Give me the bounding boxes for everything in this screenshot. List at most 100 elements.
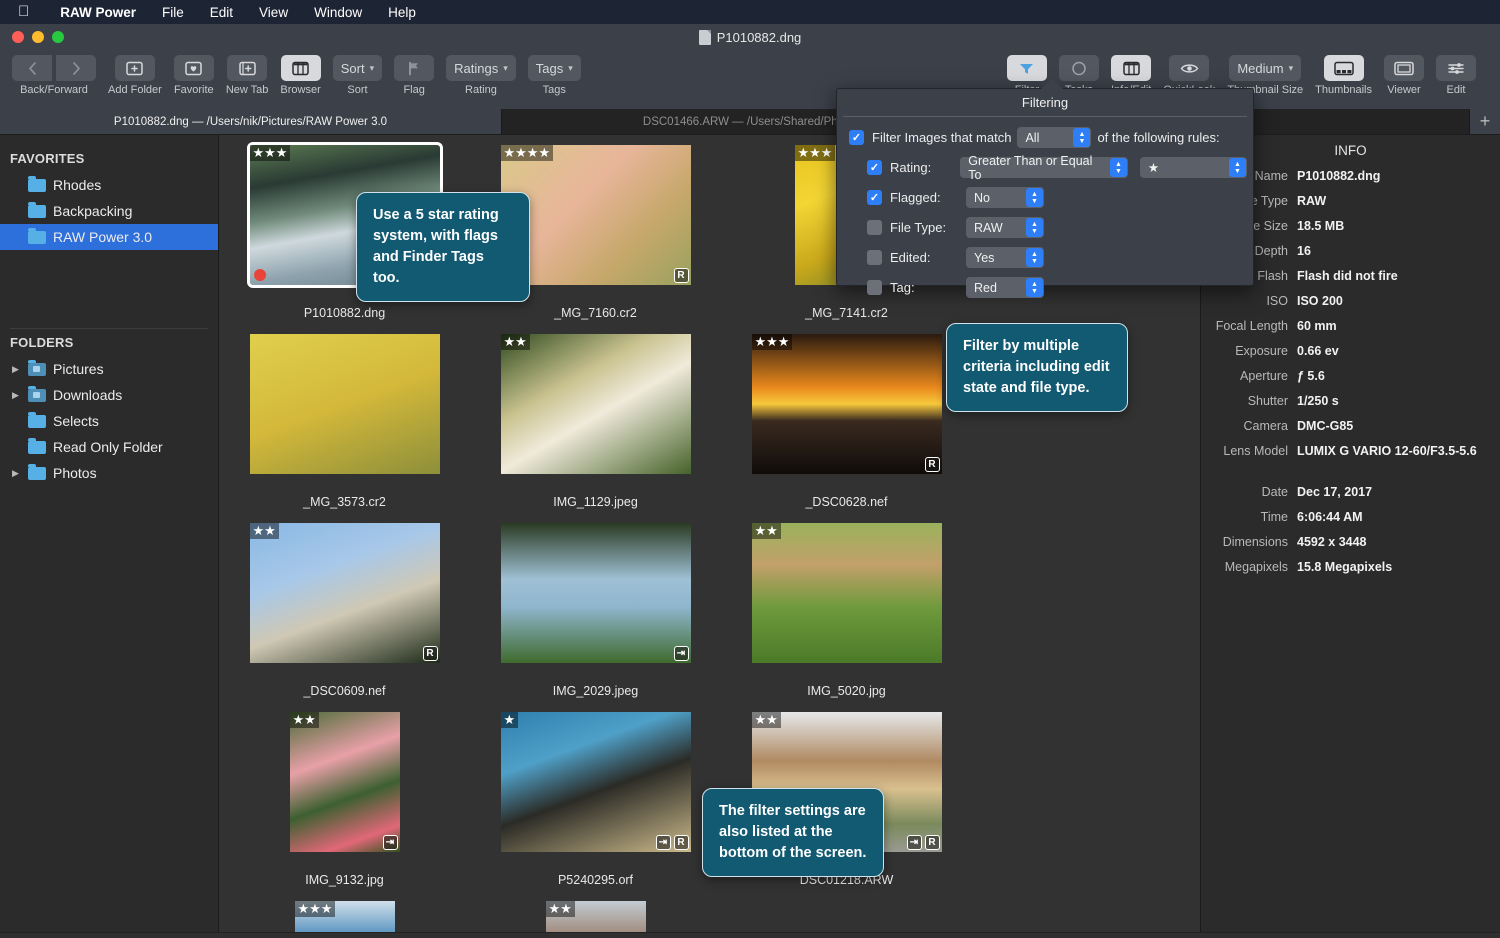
edit-button[interactable]: [1436, 55, 1476, 81]
star-rating[interactable]: ★: [500, 712, 519, 728]
thumbnail-cell[interactable]: ⇥ IMG_2029.jpeg: [470, 523, 721, 698]
forward-button[interactable]: [56, 55, 96, 81]
file-type-value: RAW: [974, 220, 1003, 235]
rating-rule-checkbox[interactable]: ✓: [867, 160, 882, 175]
edited-rule-checkbox[interactable]: [867, 250, 882, 265]
stepper-icon: ▲ ▼: [1026, 278, 1043, 297]
thumbnail-image[interactable]: [249, 334, 440, 474]
rating-value-dropdown[interactable]: ★ ▲ ▼: [1139, 157, 1248, 178]
sidebar-item-downloads[interactable]: ▶ Downloads: [0, 382, 218, 408]
star-rating[interactable]: ★★: [289, 712, 319, 728]
quicklook-button[interactable]: [1169, 55, 1210, 81]
rating-operator-dropdown[interactable]: Greater Than or Equal To ▲ ▼: [960, 154, 1128, 182]
thumbnail-image[interactable]: ★★⇥R: [545, 901, 646, 932]
info-rows-secondary: Date Dec 17, 2017 Time 6:06:44 AM Dimensions…: [1201, 480, 1500, 580]
filter-enable-checkbox[interactable]: ✓: [849, 130, 864, 145]
menu-item-help[interactable]: Help: [375, 5, 429, 20]
filter-suffix-label: of the following rules:: [1097, 130, 1220, 145]
menu-item-raw-power[interactable]: RAW Power: [47, 5, 149, 20]
disclosure-icon[interactable]: ▶: [10, 390, 21, 401]
thumbnail-image[interactable]: ★★ ⇥: [289, 712, 400, 852]
sliders-icon: [1448, 62, 1464, 74]
add-tab-button[interactable]: +: [1470, 109, 1500, 134]
thumbnail-image[interactable]: ★★★⇥R: [294, 901, 395, 932]
menu-item-view[interactable]: View: [246, 5, 301, 20]
sidebar-item-backpacking[interactable]: ▶ Backpacking: [0, 198, 218, 224]
viewer-button[interactable]: [1384, 55, 1424, 81]
stepper-icon: ▲ ▼: [1229, 158, 1247, 177]
add-folder-button[interactable]: [114, 55, 155, 81]
thumbnail-image[interactable]: ★★ R: [249, 523, 440, 663]
new-tab-button[interactable]: [227, 55, 268, 81]
thumbnails-button[interactable]: [1323, 55, 1364, 81]
thumbnail-image[interactable]: ⇥: [500, 523, 691, 663]
menu-item-edit[interactable]: Edit: [197, 5, 246, 20]
ratings-dropdown[interactable]: Ratings ▾: [446, 55, 516, 81]
minimize-button[interactable]: [32, 31, 44, 43]
thumbnail-image[interactable]: ★ ⇥ R: [500, 712, 691, 852]
sidebar-item-photos[interactable]: ▶ Photos: [0, 460, 218, 486]
star-rating[interactable]: ★★★: [751, 334, 793, 350]
thumbnail-cell[interactable]: ★ ⇥ R P5240295.orf: [470, 712, 721, 887]
flag-button[interactable]: [394, 55, 435, 81]
thumbnail-cell[interactable]: ★★⇥RMine - IMG_8…Color Cast.CR2: [470, 901, 721, 932]
back-button[interactable]: [12, 55, 52, 81]
rating-operator-value: Greater Than or Equal To: [968, 153, 1093, 182]
star-rating[interactable]: ★★: [545, 901, 575, 917]
match-mode-dropdown[interactable]: All ▲ ▼: [1017, 127, 1092, 148]
sidebar-item-raw-power-3[interactable]: ▶ RAW Power 3.0: [0, 224, 218, 250]
thumbnail-image[interactable]: ★★: [500, 334, 691, 474]
toolbar-group-viewer: Viewer: [1384, 55, 1424, 96]
filter-enable-label: Filter Images that match: [872, 130, 1012, 145]
thumbnail-cell[interactable]: ★★★ R _DSC0628.nef: [721, 334, 972, 509]
star-rating[interactable]: ★★★: [294, 901, 336, 917]
match-mode-value: All: [1025, 130, 1040, 145]
file-type-rule-checkbox[interactable]: [867, 220, 882, 235]
star-rating[interactable]: ★★: [500, 334, 530, 350]
sidebar-item-read-only-folder[interactable]: ▶ Read Only Folder: [0, 434, 218, 460]
filter-enable-row: ✓ Filter Images that match All ▲ ▼ of the…: [837, 127, 1253, 148]
thumbnail-cell[interactable]: ★★★⇥RNikon D810 (…Out Image.NEF: [219, 901, 470, 932]
tag-rule-checkbox[interactable]: [867, 280, 882, 295]
tags-dropdown[interactable]: Tags ▾: [527, 55, 581, 81]
thumbnail-cell[interactable]: ★★ ⇥ IMG_9132.jpg: [219, 712, 470, 887]
star-rating[interactable]: ★★: [751, 712, 781, 728]
flagged-value: No: [974, 190, 990, 205]
star-rating[interactable]: ★★★: [249, 145, 291, 161]
thumbnail-image[interactable]: ★★: [751, 523, 942, 663]
disclosure-icon[interactable]: ▶: [10, 468, 21, 479]
sidebar-item-rhodes[interactable]: ▶ Rhodes: [0, 172, 218, 198]
sort-dropdown[interactable]: Sort ▾: [332, 55, 383, 81]
zoom-button[interactable]: [52, 31, 64, 43]
tab-0[interactable]: P1010882.dng — /Users/nik/Pictures/RAW P…: [0, 109, 502, 134]
file-type-value-dropdown[interactable]: RAW ▲ ▼: [966, 217, 1044, 238]
stepper-icon: ▲ ▼: [1026, 188, 1043, 207]
star-rating[interactable]: ★★★: [794, 145, 836, 161]
browser-button[interactable]: [280, 55, 321, 81]
thumbnail-size-value: Medium: [1237, 60, 1284, 76]
apple-logo-icon[interactable]: : [18, 4, 29, 19]
thumbnail-size-dropdown[interactable]: Medium ▾: [1229, 55, 1302, 81]
flagged-rule-checkbox[interactable]: ✓: [867, 190, 882, 205]
edited-value-dropdown[interactable]: Yes ▲ ▼: [966, 247, 1044, 268]
thumbnail-image[interactable]: ★★★ R: [751, 334, 942, 474]
star-rating[interactable]: ★★★★: [500, 145, 554, 161]
disclosure-icon[interactable]: ▶: [10, 364, 21, 375]
flagged-value-dropdown[interactable]: No ▲ ▼: [966, 187, 1044, 208]
star-rating[interactable]: ★★: [249, 523, 279, 539]
tasks-button[interactable]: [1058, 55, 1099, 81]
thumbnail-cell[interactable]: _MG_3573.cr2: [219, 334, 470, 509]
menu-item-window[interactable]: Window: [301, 5, 375, 20]
thumbnail-cell[interactable]: ★★ R _DSC0609.nef: [219, 523, 470, 698]
info-edit-button[interactable]: [1111, 55, 1152, 81]
tag-value-dropdown[interactable]: Red ▲ ▼: [966, 277, 1044, 298]
thumbnail-cell[interactable]: ★★ IMG_1129.jpeg: [470, 334, 721, 509]
thumbnail-cell[interactable]: ★★ IMG_5020.jpg: [721, 523, 972, 698]
star-rating[interactable]: ★★: [751, 523, 781, 539]
sidebar-item-selects[interactable]: ▶ Selects: [0, 408, 218, 434]
close-button[interactable]: [12, 31, 24, 43]
sidebar-item-pictures[interactable]: ▶ Pictures: [0, 356, 218, 382]
menu-item-file[interactable]: File: [149, 5, 197, 20]
favorite-button[interactable]: [173, 55, 214, 81]
